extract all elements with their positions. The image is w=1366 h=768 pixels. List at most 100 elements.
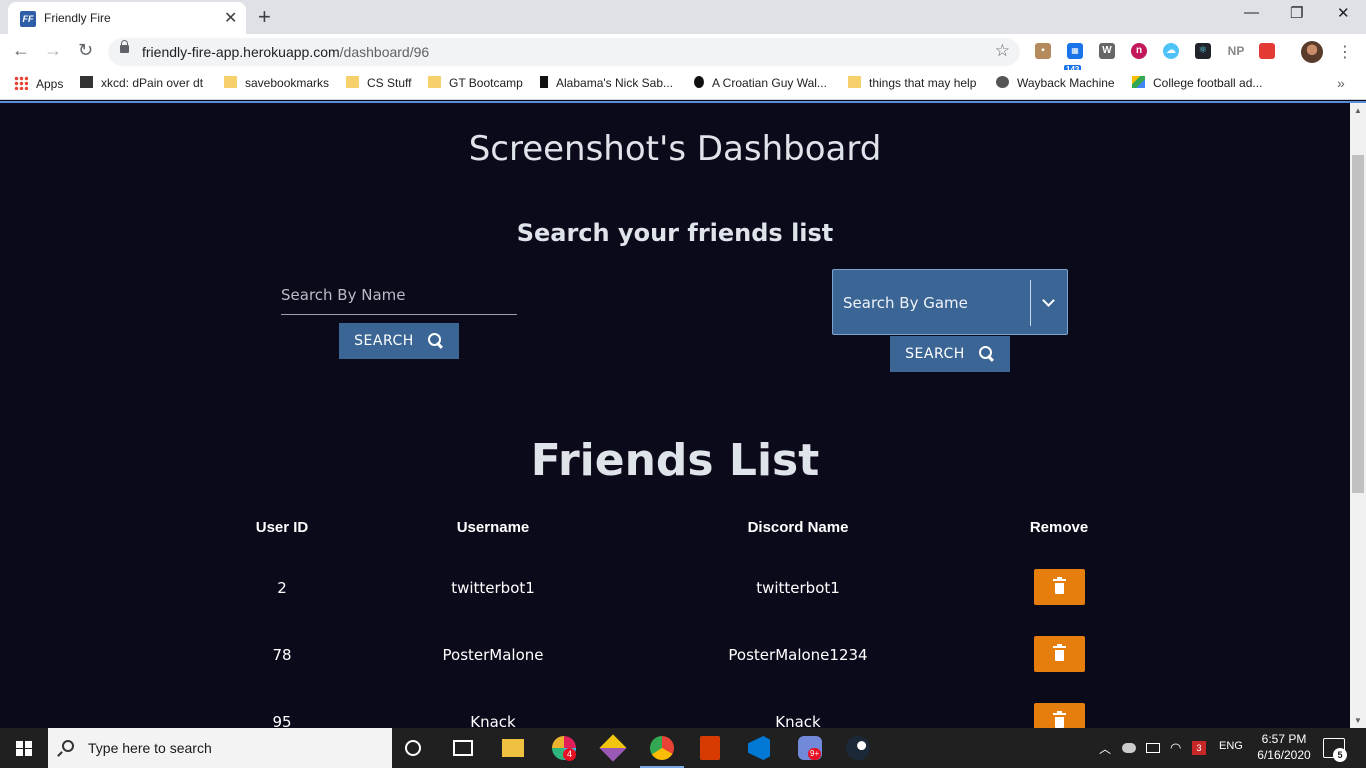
red-extension-icon[interactable] bbox=[1259, 43, 1275, 59]
apps-grid-icon bbox=[14, 76, 28, 90]
restore-window-button[interactable]: ❐ bbox=[1290, 4, 1303, 22]
calendar-extension-icon[interactable]: ▦143 bbox=[1064, 43, 1083, 75]
bookmark-croatian-guy[interactable]: A Croatian Guy Wal... bbox=[694, 76, 827, 90]
bookmark-college-football[interactable]: College football ad... bbox=[1132, 76, 1262, 90]
scroll-down-arrow-icon[interactable]: ▼ bbox=[1354, 716, 1362, 725]
bookmark-xkcd[interactable]: xkcd: dPain over dt bbox=[80, 76, 203, 90]
clock-date: 6/16/2020 bbox=[1257, 748, 1311, 762]
notifications-badge: 5 bbox=[1333, 748, 1347, 762]
onedrive-icon[interactable] bbox=[1122, 743, 1136, 753]
discord-name-cell: twitterbot1 bbox=[756, 579, 840, 597]
column-header-username: Username bbox=[456, 519, 530, 536]
task-view-icon[interactable] bbox=[453, 740, 473, 756]
profile-avatar[interactable] bbox=[1301, 41, 1323, 63]
folder-icon bbox=[428, 76, 441, 88]
tab-title: Friendly Fire bbox=[44, 11, 111, 25]
chevron-down-icon[interactable] bbox=[1042, 294, 1055, 307]
search-icon bbox=[978, 346, 995, 362]
xkcd-favicon-icon bbox=[80, 76, 93, 88]
mail-badge[interactable]: 3 bbox=[1192, 741, 1206, 755]
user-id-cell: 2 bbox=[277, 579, 287, 597]
search-by-game-select[interactable]: Search By Game bbox=[832, 269, 1068, 335]
bookmark-folder-savebookmarks[interactable]: savebookmarks bbox=[224, 76, 329, 90]
show-hidden-icons-chevron[interactable]: ︿ bbox=[1099, 740, 1111, 757]
trash-icon bbox=[1053, 577, 1066, 595]
react-devtools-icon[interactable]: ⚛ bbox=[1195, 43, 1211, 59]
reload-button[interactable]: ↻ bbox=[78, 40, 93, 61]
trash-icon bbox=[1053, 711, 1066, 728]
more-bookmarks-icon[interactable]: » bbox=[1337, 75, 1345, 91]
bookmark-alabama[interactable]: Alabama's Nick Sab... bbox=[540, 76, 673, 90]
search-by-name-input[interactable] bbox=[281, 275, 517, 315]
browser-tab[interactable]: FF Friendly Fire ✕ bbox=[8, 2, 246, 34]
discord-badge: 9+ bbox=[808, 748, 822, 760]
page-scrollbar[interactable]: ▲ ▼ bbox=[1350, 103, 1366, 728]
search-heading: Search your friends list bbox=[516, 219, 834, 247]
extension-icon[interactable]: ▪ bbox=[1035, 43, 1051, 59]
search-by-name-button[interactable]: SEARCH bbox=[339, 323, 459, 359]
wifi-icon[interactable]: ◠ bbox=[1170, 740, 1181, 756]
column-header-user-id: User ID bbox=[255, 519, 309, 536]
browser-menu-icon[interactable]: ⋮ bbox=[1337, 42, 1353, 62]
remove-friend-button[interactable] bbox=[1034, 636, 1085, 672]
search-button-label: SEARCH bbox=[354, 333, 414, 349]
new-tab-button[interactable]: + bbox=[258, 4, 271, 30]
windows-start-icon[interactable] bbox=[16, 741, 32, 756]
taskbar-search-box[interactable]: Type here to search bbox=[48, 728, 392, 768]
article-favicon-icon bbox=[540, 76, 548, 88]
bookmark-apps[interactable]: Apps bbox=[14, 76, 63, 91]
user-id-cell: 95 bbox=[272, 713, 292, 728]
back-button[interactable]: ← bbox=[12, 40, 30, 61]
trash-icon bbox=[1053, 644, 1066, 662]
dashboard-title: Screenshot's Dashboard bbox=[468, 129, 882, 169]
bookmark-wayback-machine[interactable]: Wayback Machine bbox=[996, 76, 1115, 90]
battery-icon[interactable] bbox=[1146, 743, 1160, 753]
shield-extension-icon[interactable]: n bbox=[1131, 43, 1147, 59]
globe-icon bbox=[996, 76, 1009, 88]
discord-name-cell: PosterMalone1234 bbox=[728, 646, 868, 664]
game-select-value: Search By Game bbox=[843, 294, 968, 312]
medium-favicon-icon bbox=[694, 76, 704, 88]
browser-tab-strip: FF Friendly Fire ✕ + — ❐ ✕ bbox=[0, 0, 1366, 34]
username-cell: PosterMalone bbox=[442, 646, 544, 664]
scrollbar-thumb[interactable] bbox=[1352, 155, 1364, 493]
close-window-button[interactable]: ✕ bbox=[1337, 4, 1350, 22]
steam-icon[interactable] bbox=[846, 736, 870, 760]
bookmark-folder-cs-stuff[interactable]: CS Stuff bbox=[346, 76, 411, 90]
file-explorer-icon[interactable] bbox=[502, 739, 524, 757]
bookmark-folder-gt-bootcamp[interactable]: GT Bootcamp bbox=[428, 76, 523, 90]
gitkraken-icon[interactable] bbox=[599, 734, 627, 762]
close-tab-icon[interactable]: ✕ bbox=[224, 8, 237, 28]
search-by-game-button[interactable]: SEARCH bbox=[890, 336, 1010, 372]
column-header-discord-name: Discord Name bbox=[747, 519, 849, 536]
address-bar[interactable]: friendly-fire-app.herokuapp.com/dashboar… bbox=[108, 38, 1020, 66]
bookmark-folder-things-that-may-help[interactable]: things that may help bbox=[848, 76, 976, 90]
chrome-icon[interactable] bbox=[650, 736, 674, 760]
minimize-window-button[interactable]: — bbox=[1244, 4, 1259, 21]
forward-button[interactable]: → bbox=[44, 40, 62, 61]
vscode-icon[interactable] bbox=[748, 736, 770, 760]
windows-taskbar: Type here to search 4 9+ ︿ ◠ 3 ENG 6:57 … bbox=[0, 728, 1366, 768]
select-divider bbox=[1030, 280, 1031, 326]
search-button-label: SEARCH bbox=[905, 346, 965, 362]
np-extension-icon[interactable]: NP bbox=[1225, 43, 1247, 59]
w-extension-icon[interactable]: W bbox=[1099, 43, 1115, 59]
cloud-extension-icon[interactable]: ☁ bbox=[1163, 43, 1179, 59]
bookmark-star-icon[interactable]: ☆ bbox=[995, 41, 1010, 61]
remove-friend-button[interactable] bbox=[1034, 703, 1085, 728]
username-cell: Knack bbox=[470, 713, 516, 728]
tab-favicon-icon: FF bbox=[20, 11, 36, 27]
column-header-remove: Remove bbox=[1029, 519, 1089, 536]
language-indicator[interactable]: ENG bbox=[1219, 740, 1243, 752]
clock-time: 6:57 PM bbox=[1261, 732, 1307, 746]
google-drive-icon bbox=[1132, 76, 1145, 88]
discord-name-cell: Knack bbox=[775, 713, 821, 728]
scroll-up-arrow-icon[interactable]: ▲ bbox=[1354, 106, 1362, 115]
office-icon[interactable] bbox=[700, 736, 720, 760]
lock-icon bbox=[120, 40, 129, 53]
slack-badge: 4 bbox=[563, 748, 576, 761]
system-clock[interactable]: 6:57 PM 6/16/2020 bbox=[1254, 731, 1314, 763]
cortana-icon[interactable] bbox=[405, 740, 421, 756]
remove-friend-button[interactable] bbox=[1034, 569, 1085, 605]
folder-icon bbox=[346, 76, 359, 88]
